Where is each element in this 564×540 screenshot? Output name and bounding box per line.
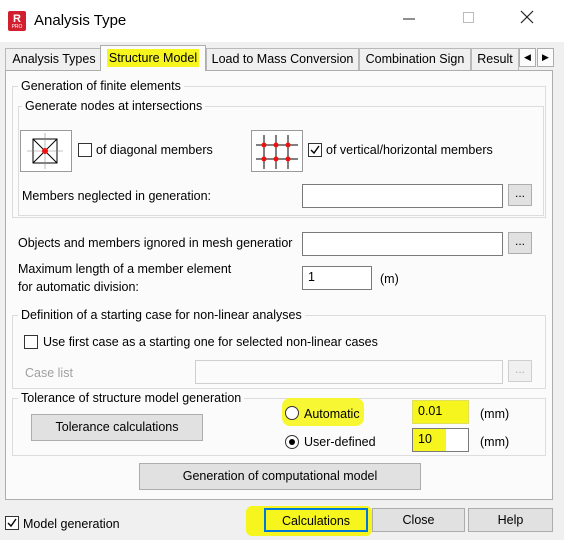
automatic-unit: (mm): [480, 407, 510, 421]
tab-structure-model[interactable]: Structure Model: [100, 45, 206, 71]
vertical-horizontal-members-checkbox[interactable]: [308, 143, 322, 157]
automatic-radio[interactable]: [285, 406, 299, 420]
tab-analysis-types[interactable]: Analysis Types: [5, 48, 103, 70]
user-defined-value-input[interactable]: 10: [412, 428, 469, 452]
maximize-button[interactable]: [454, 8, 484, 34]
case-list-label: Case list: [25, 366, 73, 380]
tab-load-to-mass[interactable]: Load to Mass Conversion: [206, 48, 359, 70]
checkmark-icon: [7, 518, 17, 528]
nodes-group-label: Generate nodes at intersections: [22, 99, 206, 113]
close-button[interactable]: Close: [372, 508, 465, 532]
max-length-unit: (m): [380, 272, 399, 286]
robot-app-icon: R PRO: [8, 11, 26, 31]
diagonal-members-icon: [20, 130, 72, 172]
members-neglected-label: Members neglected in generation:: [22, 189, 212, 203]
generation-computational-model-button[interactable]: Generation of computational model: [139, 463, 421, 490]
objects-ignored-input[interactable]: [302, 232, 503, 256]
model-generation-label: Model generation: [23, 517, 120, 531]
automatic-value-input[interactable]: 0.01: [412, 400, 469, 424]
members-neglected-browse-button[interactable]: ...: [508, 184, 532, 206]
title-bar: R PRO Analysis Type: [0, 0, 564, 42]
max-length-label-line2: for automatic division:: [18, 280, 139, 294]
use-first-case-label: Use first case as a starting one for sel…: [43, 335, 378, 349]
checkmark-icon: [310, 145, 320, 155]
tab-structure-model-label: Structure Model: [106, 49, 200, 67]
automatic-label: Automatic: [304, 407, 360, 421]
model-generation-checkbox[interactable]: [5, 516, 19, 530]
close-icon: [520, 10, 534, 24]
objects-ignored-label: Objects and members ignored in mesh gene…: [18, 236, 293, 250]
vertical-horizontal-members-icon: [251, 130, 303, 172]
tab-scroll-right-button[interactable]: ▶: [537, 48, 554, 67]
members-neglected-input[interactable]: [302, 184, 503, 208]
tolerance-calculations-button[interactable]: Tolerance calculations: [31, 414, 203, 441]
tab-result[interactable]: Result: [471, 48, 519, 70]
user-defined-radio[interactable]: [285, 435, 299, 449]
case-list-browse-button: ...: [508, 360, 532, 382]
max-length-input[interactable]: 1: [302, 266, 372, 290]
tab-scroll-left-button[interactable]: ◀: [519, 48, 536, 67]
diagonal-members-label: of diagonal members: [96, 143, 213, 157]
case-list-input: [195, 360, 503, 384]
generation-group-label: Generation of finite elements: [18, 79, 184, 93]
max-length-label-line1: Maximum length of a member element: [18, 262, 232, 276]
calculations-button[interactable]: Calculations: [264, 508, 368, 532]
use-first-case-checkbox[interactable]: [24, 335, 38, 349]
vertical-horizontal-members-label: of vertical/horizontal members: [326, 143, 493, 157]
user-defined-label: User-defined: [304, 435, 376, 449]
objects-ignored-browse-button[interactable]: ...: [508, 232, 532, 254]
tolerance-group-label: Tolerance of structure model generation: [18, 391, 245, 405]
window-title: Analysis Type: [34, 12, 127, 29]
arrow-right-icon: ▶: [542, 52, 549, 62]
maximize-icon: [463, 12, 474, 23]
starting-case-group-label: Definition of a starting case for non-li…: [18, 308, 305, 322]
help-button[interactable]: Help: [468, 508, 553, 532]
tab-combination-sign[interactable]: Combination Sign: [359, 48, 471, 70]
minimize-button[interactable]: [394, 8, 424, 34]
minimize-icon: [403, 18, 415, 20]
diagonal-members-checkbox[interactable]: [78, 143, 92, 157]
close-window-button[interactable]: [512, 8, 542, 34]
user-defined-unit: (mm): [480, 435, 510, 449]
arrow-left-icon: ◀: [524, 52, 531, 62]
